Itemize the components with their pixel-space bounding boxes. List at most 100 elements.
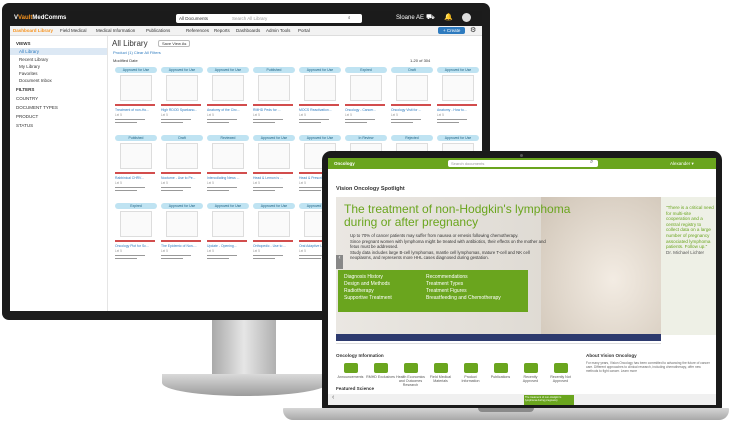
card-action-icons[interactable] — [253, 104, 293, 106]
document-card[interactable]: Approved for Use Head & Lemon is ... Lei 5 — [250, 135, 298, 203]
nav-tab-3[interactable]: Publications — [146, 28, 170, 33]
document-thumbnail[interactable] — [258, 211, 290, 237]
document-card[interactable]: Approved for Use The Epidemic of Non-... L… — [158, 203, 206, 271]
sidebar-item-inbox[interactable]: Document Inbox — [19, 78, 52, 83]
document-card[interactable]: Expired Oncology - Cancer... Lei 5 — [342, 67, 390, 135]
document-card[interactable]: Approved for Use Anatomy of the Circ... Le… — [204, 67, 252, 135]
document-title[interactable]: Update - Opening... — [207, 244, 249, 248]
card-action-icons[interactable] — [161, 240, 201, 242]
info-tile[interactable]: Recently Not Approved — [546, 363, 575, 383]
featured-card[interactable]: The treatment of non-Hodgkin's lymphoma … — [524, 395, 574, 405]
filter-doc-types[interactable]: DOCUMENT TYPES — [16, 105, 58, 110]
bell-icon[interactable]: 🔔 — [444, 13, 453, 21]
card-action-icons[interactable] — [345, 104, 385, 106]
document-card[interactable]: Published Rabbinical CHRV... Lei 5 — [112, 135, 160, 203]
document-title[interactable]: High RDOD Sparkano... — [161, 108, 203, 112]
card-action-icons[interactable] — [207, 240, 247, 242]
create-button[interactable]: + Create — [438, 27, 466, 34]
cart-icon[interactable]: ⛟ — [426, 13, 435, 22]
document-title[interactable]: RMHD Peds for ... — [253, 108, 295, 112]
sidebar-item-all-library[interactable]: All Library — [19, 49, 39, 54]
info-tile[interactable]: Publications — [486, 363, 515, 379]
info-tile[interactable]: Announcements — [336, 363, 365, 379]
card-action-icons[interactable] — [115, 240, 155, 242]
filter-product[interactable]: PRODUCT — [16, 114, 38, 119]
card-action-icons[interactable] — [437, 104, 477, 106]
card-action-icons[interactable] — [207, 104, 247, 106]
filter-country[interactable]: COUNTRY — [16, 96, 38, 101]
sort-select[interactable]: Modified Date — [113, 58, 138, 63]
document-title[interactable]: Anatomy of the Circ... — [207, 108, 249, 112]
sidebar-item-recent[interactable]: Recent Library — [19, 57, 48, 62]
document-title[interactable]: Oncology - Cancer... — [345, 108, 387, 112]
document-card[interactable]: Approved for Use MOCS Reactivation... Lei … — [296, 67, 344, 135]
document-title[interactable]: Anatomy - How to... — [437, 108, 479, 112]
search-icon[interactable]: ⌕ — [348, 15, 351, 20]
document-thumbnail[interactable] — [166, 211, 198, 237]
info-tile[interactable]: RMHD Exclusives — [366, 363, 395, 379]
document-title[interactable]: Orthopedic - Use to ... — [253, 244, 295, 248]
nav-tab-8[interactable]: Portal — [298, 28, 310, 33]
document-title[interactable]: The Epidemic of Non-... — [161, 244, 203, 248]
document-thumbnail[interactable] — [166, 75, 198, 101]
global-search[interactable]: All Documents Search All Library ⌕ — [176, 14, 362, 23]
portal-search-input[interactable]: Search documents — [448, 160, 598, 167]
card-action-icons[interactable] — [161, 104, 201, 106]
document-thumbnail[interactable] — [258, 75, 290, 101]
document-thumbnail[interactable] — [212, 211, 244, 237]
document-card[interactable]: Published RMHD Peds for ... Lei 5 — [250, 67, 298, 135]
user-name[interactable]: Sloane AE — [396, 15, 424, 21]
search-input[interactable]: Search All Library — [232, 16, 267, 21]
document-thumbnail[interactable] — [120, 143, 152, 169]
topic-item[interactable]: Treatment Figures — [426, 288, 501, 295]
info-tile[interactable]: Product Information — [456, 363, 485, 383]
document-thumbnail[interactable] — [258, 143, 290, 169]
document-title[interactable]: Nocturne - Use to Pe... — [161, 176, 203, 180]
document-card[interactable]: Reviewed Intercollating News ... Lei 5 — [204, 135, 252, 203]
nav-tab-6[interactable]: Dashboards — [236, 28, 260, 33]
card-action-icons[interactable] — [391, 104, 431, 106]
card-action-icons[interactable] — [253, 172, 293, 174]
topic-item[interactable]: Recommendations — [426, 274, 501, 281]
search-scope-select[interactable]: All Documents — [179, 16, 208, 21]
info-tile[interactable]: Health Economics and Outcomes Research — [396, 363, 425, 387]
topic-item[interactable]: Diagnosis History — [344, 274, 392, 281]
nav-tab-0[interactable]: Dashboard Library — [13, 28, 53, 33]
document-title[interactable]: Oncology Plot for Sc... — [115, 244, 157, 248]
gear-icon[interactable]: ⚙ — [470, 26, 476, 34]
document-card[interactable]: Draft Oncology Visit for ... Lei 5 — [388, 67, 436, 135]
document-card[interactable]: Approved for Use Treatment of non-Ho... Le… — [112, 67, 160, 135]
card-action-icons[interactable] — [207, 172, 247, 174]
nav-tab-4[interactable]: References — [186, 28, 209, 33]
topic-item[interactable]: Supportive Treatment — [344, 295, 392, 302]
document-thumbnail[interactable] — [350, 75, 382, 101]
nav-tab-5[interactable]: Reports — [214, 28, 230, 33]
vault-logo[interactable]: V​VaultMedComms — [14, 15, 66, 21]
document-card[interactable]: Approved for Use Orthopedic - Use to ... L… — [250, 203, 298, 271]
avatar[interactable] — [462, 13, 471, 22]
document-thumbnail[interactable] — [396, 75, 428, 101]
document-card[interactable]: Approved for Use Update - Opening... Lei 5 — [204, 203, 252, 271]
document-card[interactable]: Approved for Use Anatomy - How to... Lei 5 — [434, 67, 482, 135]
document-card[interactable]: Expired Oncology Plot for Sc... Lei 5 — [112, 203, 160, 271]
card-action-icons[interactable] — [115, 104, 155, 106]
info-tile[interactable]: Field Medical Materials — [426, 363, 455, 383]
topic-item[interactable]: Breastfeeding and Chemotherapy — [426, 295, 501, 302]
carousel-prev-button[interactable]: ‹ — [336, 255, 343, 269]
document-thumbnail[interactable] — [120, 75, 152, 101]
document-title[interactable]: Rabbinical CHRV... — [115, 176, 157, 180]
card-action-icons[interactable] — [299, 104, 339, 106]
document-card[interactable]: Approved for Use High RDOD Sparkano... Lei… — [158, 67, 206, 135]
views-label[interactable]: VIEWS — [16, 41, 31, 46]
document-title[interactable]: Head & Lemon is ... — [253, 176, 295, 180]
card-action-icons[interactable] — [115, 172, 155, 174]
portal-user[interactable]: Alexander ▾ — [670, 161, 694, 167]
featured-prev-icon[interactable]: ‹ — [332, 394, 334, 401]
document-thumbnail[interactable] — [442, 75, 474, 101]
nav-tab-7[interactable]: Admin Tools — [266, 28, 290, 33]
document-title[interactable]: MOCS Reactivation... — [299, 108, 341, 112]
document-thumbnail[interactable] — [304, 75, 336, 101]
card-action-icons[interactable] — [161, 172, 201, 174]
nav-tab-1[interactable]: Field Medical — [60, 28, 87, 33]
search-icon[interactable]: ⌕ — [590, 159, 593, 166]
